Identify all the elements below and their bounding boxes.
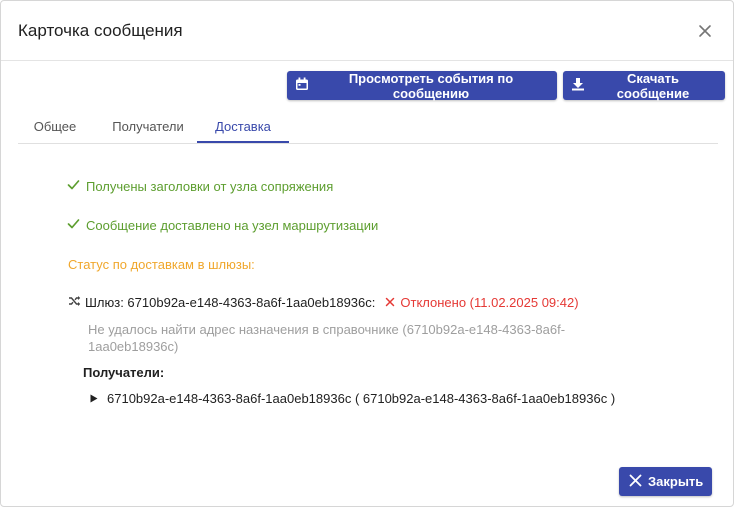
gateway-label: Шлюз: 6710b92a-e148-4363-8a6f-1aa0eb1893… [85,295,376,310]
close-button[interactable]: Закрыть [619,467,712,496]
view-events-button[interactable]: Просмотреть события по сообщению [287,70,557,101]
shuffle-icon [68,295,81,310]
gateway-status: Отклонено (11.02.2025 09:42) [385,295,579,310]
recipient-row[interactable]: 6710b92a-e148-4363-8a6f-1aa0eb18936c ( 6… [90,391,615,406]
recipient-text: 6710b92a-e148-4363-8a6f-1aa0eb18936c ( 6… [107,391,616,406]
gateway-status-label: Статус по доставкам в шлюзы: [68,257,255,272]
dialog-header: Карточка сообщения [1,1,733,61]
status-headers-received: Получены заголовки от узла сопряжения [67,178,333,194]
check-icon [67,178,86,194]
recipients-label: Получатели: [83,365,165,380]
download-message-button[interactable]: Скачать сообщение [563,70,725,101]
status-headers-text: Получены заголовки от узла сопряжения [86,178,334,194]
download-icon [571,77,591,94]
x-icon [385,295,400,310]
close-icon[interactable] [695,21,715,41]
gateway-error-text: Не удалось найти адрес назначения в спра… [88,322,566,354]
tab-general[interactable]: Общее [18,111,92,143]
tab-bar: Общее Получатели Доставка [18,111,718,144]
close-icon [629,474,648,490]
close-button-label: Закрыть [648,474,704,489]
dialog-title: Карточка сообщения [18,21,183,40]
message-card-dialog: Карточка сообщения Просмотреть события п… [0,0,734,507]
download-message-label: Скачать сообщение [616,70,690,101]
gateway-line: Шлюз: 6710b92a-e148-4363-8a6f-1aa0eb1893… [68,295,579,310]
view-events-label: Просмотреть события по сообщению [348,70,514,101]
tab-recipients[interactable]: Получатели [98,111,198,143]
triangle-right-icon[interactable] [90,391,98,406]
check-icon [67,217,86,233]
status-routed: Сообщение доставлено на узел маршрутизац… [67,217,378,233]
calendar-icon [295,77,315,94]
status-routed-text: Сообщение доставлено на узел маршрутизац… [86,217,379,233]
tab-delivery[interactable]: Доставка [197,111,289,143]
gateway-status-text: Отклонено (11.02.2025 09:42) [400,295,579,310]
